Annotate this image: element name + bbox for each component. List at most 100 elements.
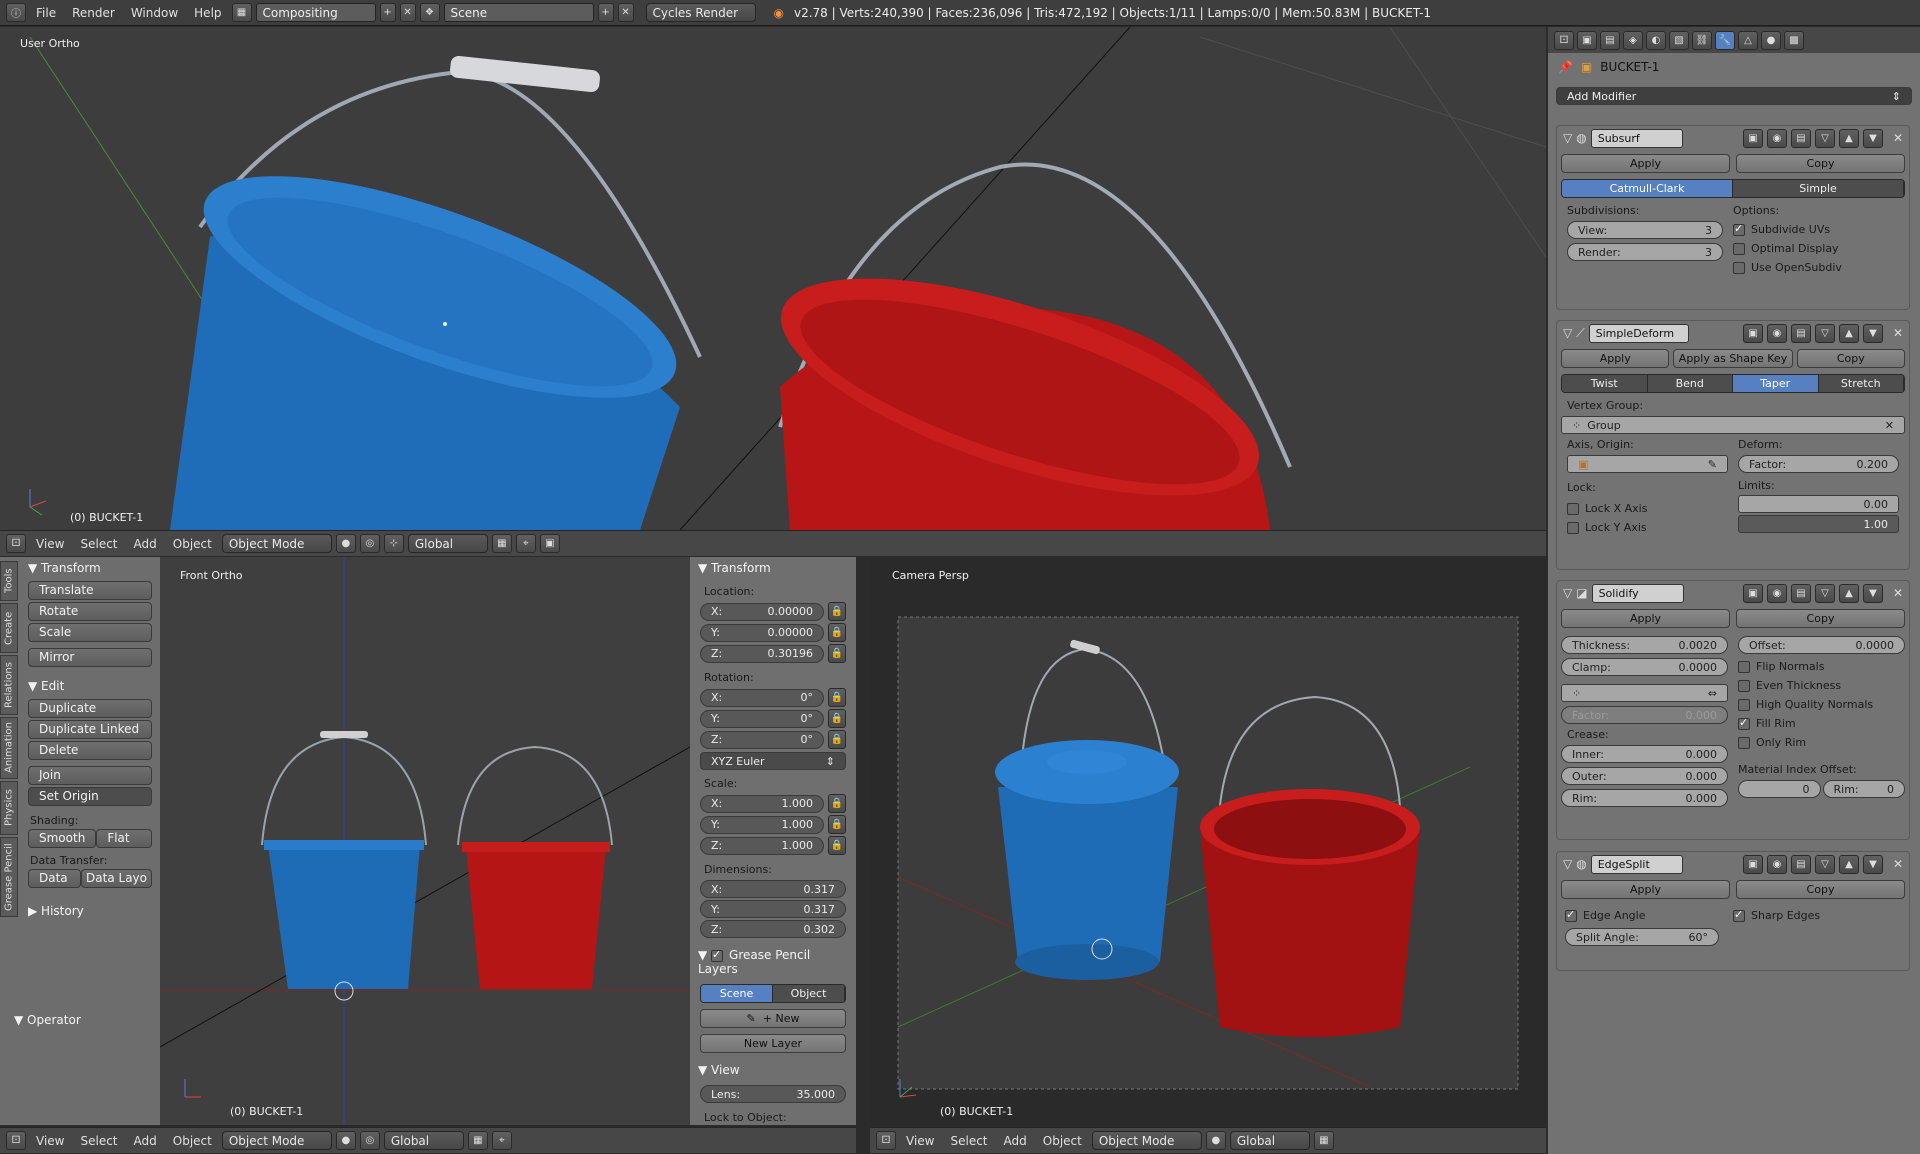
collapse-icon[interactable]: ▽: [1563, 857, 1572, 871]
menu-file[interactable]: File: [30, 6, 62, 20]
data-tab-icon[interactable]: △: [1738, 30, 1758, 50]
apply-as-shape-key-button[interactable]: Apply as Shape Key: [1673, 349, 1793, 368]
lock-icon[interactable]: 🔒: [828, 644, 846, 663]
clamp-field[interactable]: Clamp: 0.0000: [1561, 658, 1728, 676]
menu-window[interactable]: Window: [125, 6, 184, 20]
cage-toggle-icon[interactable]: ▽: [1815, 854, 1835, 874]
copy-button[interactable]: Copy: [1736, 609, 1905, 628]
copy-button[interactable]: Copy: [1736, 880, 1905, 899]
move-down-icon[interactable]: ▼: [1863, 128, 1883, 148]
inner-field[interactable]: Inner: 0.000: [1561, 745, 1728, 763]
pin-icon[interactable]: 📌: [1558, 60, 1573, 74]
taper-toggle[interactable]: Taper: [1733, 375, 1819, 392]
orientation-select[interactable]: Global: [1229, 1131, 1310, 1150]
translate-button[interactable]: Translate: [28, 581, 152, 600]
tab-tools[interactable]: Tools: [0, 561, 18, 601]
lock-icon[interactable]: 🔒: [828, 794, 846, 813]
simple-toggle[interactable]: Simple: [1733, 180, 1904, 197]
screen-layout-icon[interactable]: ▦: [231, 3, 252, 22]
menu-object[interactable]: Object: [1037, 1134, 1088, 1148]
subdivide-uvs-checkbox[interactable]: Subdivide UVs: [1733, 222, 1899, 236]
layers-icon[interactable]: ▦: [467, 1131, 488, 1150]
menu-add[interactable]: Add: [128, 537, 163, 551]
editor-type-icon[interactable]: ⚀: [876, 1131, 896, 1150]
cage-toggle-icon[interactable]: ▽: [1815, 583, 1835, 603]
limit-max-field[interactable]: 1.00: [1738, 515, 1899, 533]
apply-button[interactable]: Apply: [1561, 609, 1730, 628]
duplicate-linked-button[interactable]: Duplicate Linked: [28, 720, 152, 739]
menu-view[interactable]: View: [30, 1134, 70, 1148]
vertex-group-field[interactable]: ⁘ Group ✕: [1561, 416, 1905, 434]
viewport-camera-persp[interactable]: Camera Persp (0) BUCKET-1: [870, 557, 1546, 1125]
rotation-field[interactable]: Z: 0°: [700, 730, 824, 749]
scale-button[interactable]: Scale: [28, 623, 152, 642]
high-quality-normals-checkbox[interactable]: High Quality Normals: [1738, 698, 1905, 711]
remove-modifier-icon[interactable]: ✕: [1887, 857, 1909, 871]
render-toggle-icon[interactable]: ▣: [1743, 323, 1763, 343]
editor-type-icon[interactable]: ⚀: [6, 534, 26, 553]
remove-layout-icon[interactable]: ✕: [399, 3, 416, 22]
collapse-icon[interactable]: ▽: [1563, 131, 1572, 145]
lock-icon[interactable]: 🔒: [828, 730, 846, 749]
render-icon[interactable]: ▣: [539, 534, 560, 553]
snap-icon[interactable]: ⌖: [515, 534, 536, 553]
lock-icon[interactable]: 🔒: [828, 602, 846, 621]
remove-modifier-icon[interactable]: ✕: [1887, 131, 1909, 145]
menu-add[interactable]: Add: [998, 1134, 1033, 1148]
tab-grease-pencil[interactable]: Grease Pencil: [0, 837, 18, 917]
editmode-toggle-icon[interactable]: ▤: [1791, 583, 1811, 603]
offset-field[interactable]: Offset: 0.0000: [1738, 636, 1905, 654]
remove-scene-icon[interactable]: ✕: [617, 3, 634, 22]
cage-toggle-icon[interactable]: ▽: [1815, 128, 1835, 148]
new-layer-button[interactable]: New Layer: [700, 1034, 846, 1053]
viewport-toggle-icon[interactable]: ◉: [1767, 323, 1787, 343]
tab-create[interactable]: Create: [0, 603, 18, 653]
edge-angle-checkbox[interactable]: Edge Angle: [1565, 908, 1733, 922]
operator-panel-title[interactable]: ▼ Operator: [6, 1009, 89, 1031]
tab-animation[interactable]: Animation: [0, 717, 18, 779]
render-toggle-icon[interactable]: ▣: [1743, 854, 1763, 874]
factor-field[interactable]: Factor: 0.200: [1738, 455, 1899, 473]
move-up-icon[interactable]: ▲: [1839, 854, 1859, 874]
data-layout-button[interactable]: Data Layo: [81, 869, 152, 888]
split-angle-field[interactable]: Split Angle: 60°: [1565, 928, 1719, 946]
texture-tab-icon[interactable]: ▩: [1784, 30, 1804, 50]
copy-button[interactable]: Copy: [1736, 154, 1905, 173]
orientation-select[interactable]: Global: [407, 534, 488, 553]
pivot-icon[interactable]: ◎: [359, 534, 380, 553]
lock-icon[interactable]: 🔒: [828, 836, 846, 855]
edit-panel-title[interactable]: ▼ Edit: [20, 675, 160, 697]
render-tab-icon[interactable]: ▣: [1577, 30, 1597, 50]
even-thickness-checkbox[interactable]: Even Thickness: [1738, 679, 1905, 692]
add-scene-icon[interactable]: +: [597, 3, 614, 22]
lock-x-checkbox[interactable]: Lock X Axis: [1567, 502, 1728, 515]
add-layout-icon[interactable]: +: [379, 3, 396, 22]
fill-rim-checkbox[interactable]: Fill Rim: [1738, 716, 1905, 730]
render-engine-select[interactable]: Cycles Render: [645, 3, 756, 22]
screen-layout-field[interactable]: Compositing: [255, 3, 376, 22]
tab-physics[interactable]: Physics: [0, 781, 18, 835]
viewport-toggle-icon[interactable]: ◉: [1767, 128, 1787, 148]
duplicate-button[interactable]: Duplicate: [28, 699, 152, 718]
add-modifier-select[interactable]: Add Modifier ⇕: [1556, 87, 1912, 105]
editmode-toggle-icon[interactable]: ▤: [1791, 128, 1811, 148]
thickness-field[interactable]: Thickness: 0.0020: [1561, 636, 1728, 654]
rim-field[interactable]: Rim: 0.000: [1561, 789, 1728, 807]
viewport-toggle-icon[interactable]: ◉: [1767, 854, 1787, 874]
lock-icon[interactable]: 🔒: [828, 623, 846, 642]
collapse-icon[interactable]: ▽: [1563, 326, 1572, 340]
bend-toggle[interactable]: Bend: [1647, 375, 1733, 392]
mirror-button[interactable]: Mirror: [28, 648, 152, 667]
history-panel-title[interactable]: ▶ History: [20, 900, 160, 922]
cage-toggle-icon[interactable]: ▽: [1815, 323, 1835, 343]
material-tab-icon[interactable]: ●: [1761, 30, 1781, 50]
lens-field[interactable]: Lens: 35.000: [700, 1085, 846, 1103]
twist-toggle[interactable]: Twist: [1562, 375, 1648, 392]
material-rim-field[interactable]: Rim: 0: [1822, 780, 1905, 798]
object-tab-icon[interactable]: ▧: [1669, 30, 1689, 50]
shading-icon[interactable]: ●: [335, 1131, 356, 1150]
view-levels-field[interactable]: View: 3: [1567, 221, 1723, 239]
modifiers-tab-icon[interactable]: 🔧: [1715, 30, 1735, 50]
snap-icon[interactable]: ⌖: [491, 1131, 512, 1150]
rotate-button[interactable]: Rotate: [28, 602, 152, 621]
